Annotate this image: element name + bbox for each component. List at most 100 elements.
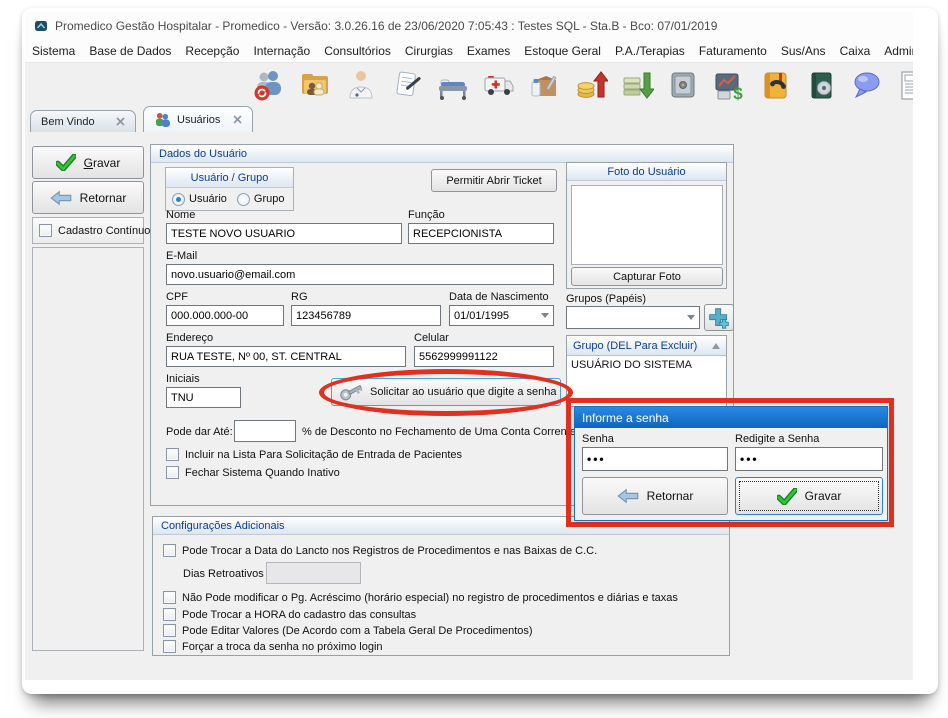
informe-senha-title: Informe a senha bbox=[575, 407, 887, 428]
nome-input[interactable]: TESTE NOVO USUARIO bbox=[166, 223, 402, 244]
chat-icon[interactable] bbox=[850, 68, 884, 102]
chevron-down-icon[interactable] bbox=[687, 315, 695, 320]
retornar-button[interactable]: Retornar bbox=[32, 181, 144, 214]
radio-usuario-label: Usuário bbox=[189, 193, 227, 205]
informe-senha-dialog: Informe a senha Senha Redigite a Senha •… bbox=[574, 406, 888, 521]
add-grupo-button[interactable] bbox=[704, 304, 734, 331]
radio-usuario[interactable] bbox=[172, 193, 185, 206]
menu-consultorios[interactable]: Consultórios bbox=[317, 41, 398, 61]
menu-sistema[interactable]: Sistema bbox=[25, 41, 82, 61]
incluir-lista-label: Incluir na Lista Para Solicitação de Ent… bbox=[185, 449, 462, 461]
menu-caixa[interactable]: Caixa bbox=[833, 41, 878, 61]
config-acrescimo-checkbox[interactable] bbox=[163, 591, 176, 604]
foto-usuario-header: Foto do Usuário bbox=[567, 163, 726, 181]
red-ellipse-annotation bbox=[319, 369, 573, 416]
desconto-input[interactable] bbox=[234, 420, 296, 442]
back-arrow-icon bbox=[50, 190, 72, 206]
funcao-label: Função bbox=[408, 209, 445, 221]
safe-icon[interactable] bbox=[666, 68, 700, 102]
menu-administracao[interactable]: Administra bbox=[877, 41, 913, 61]
tab-close-icon[interactable] bbox=[233, 115, 242, 124]
sync-users-icon[interactable] bbox=[252, 68, 286, 102]
grupos-list: Grupo (DEL Para Excluir) USUÁRIO DO SIST… bbox=[566, 335, 727, 407]
permitir-ticket-button[interactable]: Permitir Abrir Ticket bbox=[431, 169, 557, 192]
cadastro-continuo-checkbox[interactable] bbox=[39, 224, 52, 237]
finance-chart-icon[interactable]: $ bbox=[712, 68, 746, 102]
prescription-icon[interactable] bbox=[390, 68, 424, 102]
menu-base-de-dados[interactable]: Base de Dados bbox=[82, 41, 178, 61]
radio-grupo[interactable] bbox=[237, 193, 250, 206]
tipo-selector-panel: Usuário / Grupo Usuário Grupo bbox=[165, 167, 294, 211]
gravar-button[interactable]: Gravar bbox=[32, 146, 144, 179]
incluir-lista-row: Incluir na Lista Para Solicitação de Ent… bbox=[166, 448, 462, 461]
app-surface: Promedico Gestão Hospitalar - Promedico … bbox=[25, 12, 913, 680]
senha-input[interactable]: ••• bbox=[582, 447, 728, 471]
grupos-list-header-label: Grupo (DEL Para Excluir) bbox=[573, 340, 697, 352]
grupos-label: Grupos (Papéis) bbox=[566, 293, 646, 305]
hospital-bed-icon[interactable] bbox=[436, 68, 470, 102]
config-acrescimo-row: Não Pode modificar o Pg. Acréscimo (horá… bbox=[163, 591, 678, 604]
dialog-retornar-button[interactable]: Retornar bbox=[582, 477, 728, 515]
report-icon[interactable] bbox=[896, 68, 913, 102]
tab-bem-vindo[interactable]: Bem Vindo bbox=[30, 110, 136, 132]
nascimento-combo[interactable]: 01/01/1995 bbox=[449, 305, 554, 326]
dados-usuario-header: Dados do Usuário bbox=[151, 145, 733, 163]
capturar-foto-button[interactable]: Capturar Foto bbox=[571, 267, 723, 286]
foto-usuario-group: Foto do Usuário Capturar Foto bbox=[566, 162, 727, 289]
senha-label: Senha bbox=[582, 433, 614, 445]
menu-internacao[interactable]: Internação bbox=[246, 41, 317, 61]
add-plus-icon bbox=[708, 307, 730, 329]
menu-faturamento[interactable]: Faturamento bbox=[692, 41, 774, 61]
chevron-down-icon[interactable] bbox=[541, 313, 549, 318]
grupos-list-item[interactable]: USUÁRIO DO SISTEMA bbox=[567, 356, 726, 374]
tab-usuarios[interactable]: Usuários bbox=[143, 106, 253, 132]
grupos-list-header[interactable]: Grupo (DEL Para Excluir) bbox=[567, 336, 726, 356]
phone-book-icon[interactable] bbox=[758, 68, 792, 102]
menu-exames[interactable]: Exames bbox=[460, 41, 517, 61]
config-data-checkbox[interactable] bbox=[163, 544, 176, 557]
doctor-icon[interactable] bbox=[344, 68, 378, 102]
nascimento-value: 01/01/1995 bbox=[454, 310, 509, 322]
menu-estoque-geral[interactable]: Estoque Geral bbox=[517, 41, 608, 61]
ambulance-icon[interactable] bbox=[482, 68, 516, 102]
config-senha-checkbox[interactable] bbox=[163, 640, 176, 653]
revenue-down-icon[interactable] bbox=[620, 68, 654, 102]
fechar-sistema-checkbox[interactable] bbox=[166, 466, 179, 479]
config-hora-checkbox[interactable] bbox=[163, 608, 176, 621]
sort-asc-icon bbox=[712, 343, 720, 349]
svg-text:$: $ bbox=[733, 84, 743, 102]
fechar-sistema-row: Fechar Sistema Quando Inativo bbox=[166, 466, 340, 479]
celular-label: Celular bbox=[414, 332, 449, 344]
menu-recepcao[interactable]: Recepção bbox=[178, 41, 246, 61]
sidebar-empty-panel bbox=[32, 247, 144, 651]
menu-pa-terapias[interactable]: P.A./Terapias bbox=[608, 41, 692, 61]
celular-input[interactable]: 5562999991122 bbox=[414, 346, 554, 367]
incluir-lista-checkbox[interactable] bbox=[166, 448, 179, 461]
iniciais-input[interactable]: TNU bbox=[166, 387, 241, 408]
redigite-input[interactable]: ••• bbox=[735, 447, 883, 471]
supplies-icon[interactable] bbox=[528, 68, 562, 102]
users-icon bbox=[154, 112, 171, 127]
config-adicionais-group: Configurações Adicionais Pode Trocar a D… bbox=[152, 516, 730, 656]
tab-close-icon[interactable] bbox=[116, 117, 125, 126]
menu-cirurgias[interactable]: Cirurgias bbox=[398, 41, 460, 61]
check-icon bbox=[56, 154, 76, 171]
config-hora-label: Pode Trocar a HORA do cadastro das consu… bbox=[182, 609, 416, 621]
menu-sus-ans[interactable]: Sus/Ans bbox=[774, 41, 833, 61]
rg-input[interactable]: 123456789 bbox=[291, 305, 441, 326]
email-input[interactable]: novo.usuario@email.com bbox=[166, 264, 554, 285]
cpf-input[interactable]: 000.000.000-00 bbox=[166, 305, 284, 326]
endereco-label: Endereço bbox=[166, 332, 213, 344]
patients-folder-icon[interactable] bbox=[298, 68, 332, 102]
dialog-gravar-button[interactable]: Gravar bbox=[735, 477, 883, 515]
config-data-row: Pode Trocar a Data do Lancto nos Registr… bbox=[163, 544, 597, 557]
endereco-input[interactable]: RUA TESTE, Nº 00, ST. CENTRAL bbox=[166, 346, 406, 367]
config-valores-checkbox[interactable] bbox=[163, 624, 176, 637]
gravar-label: Gravar bbox=[84, 156, 121, 170]
manual-book-icon[interactable] bbox=[804, 68, 838, 102]
funcao-input[interactable]: RECEPCIONISTA bbox=[408, 223, 554, 244]
tab-strip: Bem Vindo Usuários bbox=[25, 106, 913, 132]
grupos-combo[interactable] bbox=[566, 306, 700, 329]
revenue-up-icon[interactable] bbox=[574, 68, 608, 102]
title-bar: Promedico Gestão Hospitalar - Promedico … bbox=[25, 12, 913, 40]
